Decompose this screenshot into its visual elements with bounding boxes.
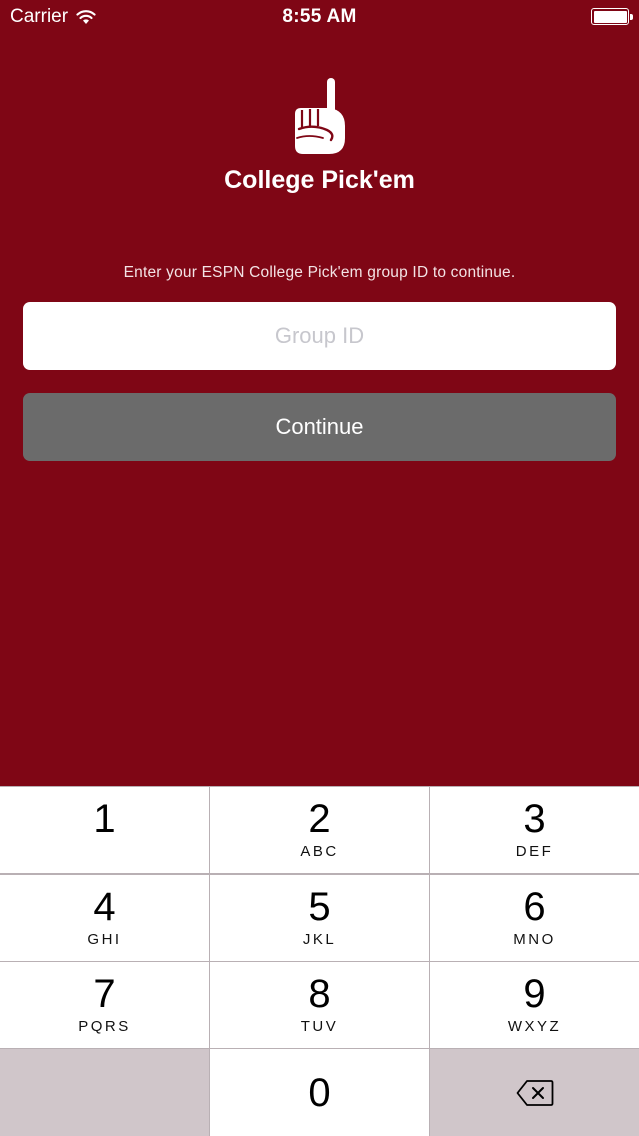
number-one-finger-icon	[295, 78, 345, 154]
key-4[interactable]: 4 GHI	[0, 875, 209, 961]
key-digit: 4	[93, 885, 116, 929]
key-6[interactable]: 6 MNO	[430, 875, 639, 961]
app-title: College Pick'em	[224, 166, 415, 194]
key-digit: 1	[93, 797, 116, 841]
continue-button[interactable]: Continue	[23, 393, 616, 461]
key-letters: GHI	[87, 931, 122, 948]
key-letters: TUV	[300, 1018, 339, 1035]
numeric-keypad: 1 2 ABC 3 DEF 4 GHI 5 JKL 6 MNO 7 PQRS 8…	[0, 786, 639, 1136]
key-digit: 2	[308, 797, 331, 841]
status-bar: Carrier 8:55 AM	[0, 0, 639, 34]
key-digit: 5	[308, 885, 331, 929]
key-1[interactable]: 1	[0, 787, 209, 873]
key-letters: DEF	[515, 843, 554, 860]
key-letters: PQRS	[78, 1018, 131, 1035]
key-letters: MNO	[513, 931, 556, 948]
key-digit: 8	[308, 972, 331, 1016]
key-2[interactable]: 2 ABC	[210, 787, 429, 873]
status-time: 8:55 AM	[282, 6, 357, 27]
key-3[interactable]: 3 DEF	[430, 787, 639, 873]
battery-icon	[591, 8, 633, 25]
key-7[interactable]: 7 PQRS	[0, 962, 209, 1048]
key-digit: 3	[523, 797, 546, 841]
key-digit: 0	[308, 1071, 331, 1115]
key-letters: WXYZ	[507, 1018, 562, 1035]
key-0[interactable]: 0	[210, 1049, 429, 1136]
battery-level	[593, 10, 627, 23]
key-digit: 6	[523, 885, 546, 929]
key-letters: JKL	[302, 931, 337, 948]
key-blank	[0, 1049, 209, 1136]
key-9[interactable]: 9 WXYZ	[430, 962, 639, 1048]
delete-key[interactable]	[430, 1049, 639, 1136]
key-8[interactable]: 8 TUV	[210, 962, 429, 1048]
backspace-icon	[516, 1080, 554, 1106]
instructions-text: Enter your ESPN College Pick'em group ID…	[123, 264, 516, 281]
key-digit: 7	[93, 972, 116, 1016]
key-letters: ABC	[300, 843, 339, 860]
key-digit: 9	[523, 972, 546, 1016]
key-5[interactable]: 5 JKL	[210, 875, 429, 961]
group-id-input[interactable]	[23, 302, 616, 370]
